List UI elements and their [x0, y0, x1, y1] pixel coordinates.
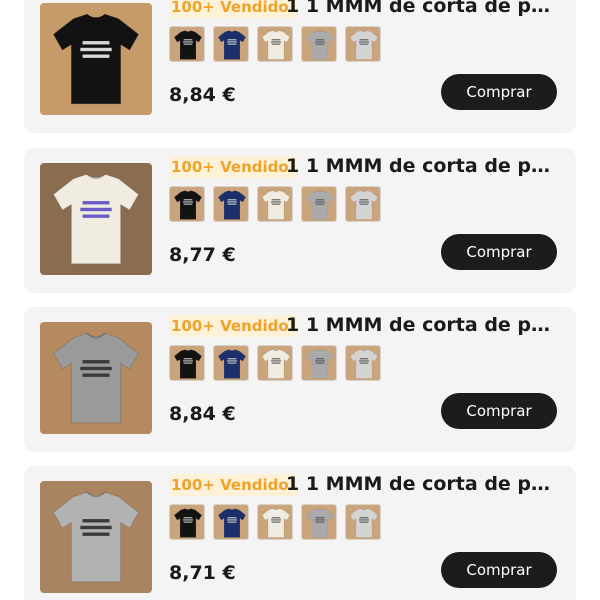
color-swatch-navy[interactable]	[213, 26, 249, 62]
product-card[interactable]: 100+ Vendido 1 1 MMM de corta de par... …	[24, 0, 576, 133]
buy-button[interactable]: Comprar	[441, 74, 557, 110]
buy-button[interactable]: Comprar	[441, 552, 557, 588]
color-swatch-grey[interactable]	[301, 504, 337, 540]
color-swatch-black[interactable]	[169, 345, 205, 381]
product-image[interactable]	[40, 3, 152, 115]
color-swatch-grey[interactable]	[301, 345, 337, 381]
product-card[interactable]: 100+ Vendido 1 1 MMM de corta de par... …	[24, 148, 576, 293]
color-swatches	[169, 186, 381, 222]
color-swatch-black[interactable]	[169, 26, 205, 62]
product-list: 100+ Vendido 1 1 MMM de corta de par... …	[0, 0, 600, 600]
product-image[interactable]	[40, 322, 152, 434]
color-swatch-light-grey[interactable]	[345, 186, 381, 222]
color-swatches	[169, 504, 381, 540]
product-title[interactable]: 1 1 MMM de corta de par...	[286, 310, 562, 340]
color-swatch-light-grey[interactable]	[345, 504, 381, 540]
color-swatch-navy[interactable]	[213, 345, 249, 381]
color-swatches	[169, 345, 381, 381]
buy-button[interactable]: Comprar	[441, 393, 557, 429]
sold-count-badge: 100+ Vendido	[169, 474, 297, 496]
color-swatch-black[interactable]	[169, 504, 205, 540]
product-title[interactable]: 1 1 MMM de corta de par...	[286, 151, 562, 181]
product-card[interactable]: 100+ Vendido 1 1 MMM de corta de par... …	[24, 307, 576, 452]
color-swatch-cream[interactable]	[257, 26, 293, 62]
color-swatch-black[interactable]	[169, 186, 205, 222]
color-swatch-grey[interactable]	[301, 26, 337, 62]
product-title[interactable]: 1 1 MMM de corta de par...	[286, 0, 562, 21]
product-title[interactable]: 1 1 MMM de corta de par...	[286, 469, 562, 499]
color-swatch-cream[interactable]	[257, 345, 293, 381]
color-swatch-light-grey[interactable]	[345, 26, 381, 62]
product-image[interactable]	[40, 163, 152, 275]
color-swatches	[169, 26, 381, 62]
color-swatch-cream[interactable]	[257, 504, 293, 540]
color-swatch-light-grey[interactable]	[345, 345, 381, 381]
color-swatch-grey[interactable]	[301, 186, 337, 222]
product-price: 8,77 €	[169, 244, 236, 266]
product-price: 8,71 €	[169, 562, 236, 584]
product-image[interactable]	[40, 481, 152, 593]
product-price: 8,84 €	[169, 84, 236, 106]
color-swatch-navy[interactable]	[213, 186, 249, 222]
product-price: 8,84 €	[169, 403, 236, 425]
buy-button[interactable]: Comprar	[441, 234, 557, 270]
sold-count-badge: 100+ Vendido	[169, 0, 297, 18]
color-swatch-cream[interactable]	[257, 186, 293, 222]
sold-count-badge: 100+ Vendido	[169, 315, 297, 337]
sold-count-badge: 100+ Vendido	[169, 156, 297, 178]
color-swatch-navy[interactable]	[213, 504, 249, 540]
product-card[interactable]: 100+ Vendido 1 1 MMM de corta de par... …	[24, 466, 576, 600]
